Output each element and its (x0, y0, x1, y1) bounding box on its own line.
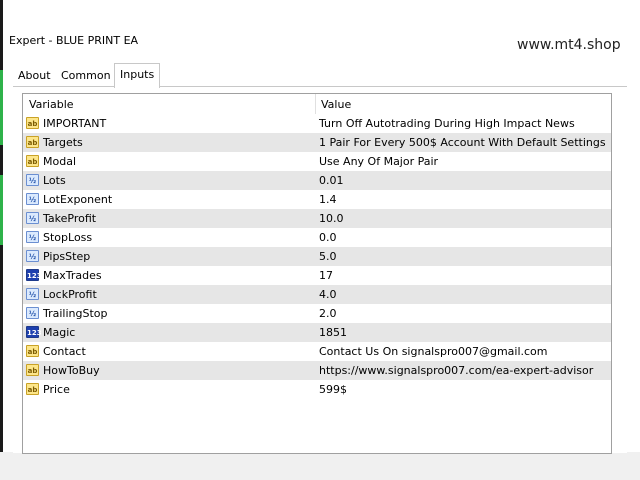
variable-name: Price (43, 383, 70, 396)
table-row[interactable]: ab IMPORTANT Turn Off Autotrading During H… (23, 114, 611, 133)
variable-value[interactable]: 0.0 (319, 228, 337, 247)
variable-name: LockProfit (43, 288, 97, 301)
table-row[interactable]: ab Price 599$ (23, 380, 611, 399)
variable-name: Magic (43, 326, 76, 339)
column-separator[interactable] (315, 94, 316, 114)
variable-name: Contact (43, 345, 86, 358)
variable-name: Lots (43, 174, 66, 187)
variable-value[interactable]: Turn Off Autotrading During High Impact … (319, 114, 575, 133)
table-row[interactable]: ab Modal Use Any Of Major Pair (23, 152, 611, 171)
variable-name: TrailingStop (43, 307, 108, 320)
variable-name: HowToBuy (43, 364, 100, 377)
variable-name: MaxTrades (43, 269, 102, 282)
list-header: Variable Value (23, 94, 611, 114)
variable-name: LotExponent (43, 193, 113, 206)
tab-common[interactable]: Common (56, 66, 116, 86)
variable-name: StopLoss (43, 231, 93, 244)
variable-name: PipsStep (43, 250, 91, 263)
table-row[interactable]: ab Targets 1 Pair For Every 500$ Account W… (23, 133, 611, 152)
string-icon: ab (26, 117, 39, 129)
variable-value[interactable]: Contact Us On signalspro007@gmail.com (319, 342, 548, 361)
window-title: Expert - BLUE PRINT EA (9, 34, 139, 47)
table-row[interactable]: 123 MaxTrades 17 (23, 266, 611, 285)
variable-value[interactable]: 1851 (319, 323, 347, 342)
variable-value[interactable]: Use Any Of Major Pair (319, 152, 438, 171)
table-row[interactable]: ½ StopLoss 0.0 (23, 228, 611, 247)
string-icon: ab (26, 364, 39, 376)
variable-value[interactable]: https://www.signalspro007.com/ea-expert-… (319, 361, 593, 380)
string-icon: ab (26, 136, 39, 148)
double-icon: ½ (26, 288, 39, 300)
watermark-text: www.mt4.shop (517, 37, 621, 53)
table-row[interactable]: ½ TakeProfit 10.0 (23, 209, 611, 228)
integer-icon: 123 (26, 269, 42, 281)
integer-icon: 123 (26, 326, 42, 338)
string-icon: ab (26, 383, 39, 395)
tab-inputs[interactable]: Inputs (114, 63, 161, 88)
variable-value[interactable]: 10.0 (319, 209, 344, 228)
inputs-list[interactable]: Variable Value ab IMPORTANT Turn Off Autot… (22, 93, 612, 454)
variable-value[interactable]: 0.01 (319, 171, 344, 190)
list-body: ab IMPORTANT Turn Off Autotrading During H… (23, 114, 611, 399)
column-header-variable[interactable]: Variable (29, 94, 74, 114)
dialog-footer-area (0, 452, 640, 480)
variable-name: IMPORTANT (43, 117, 107, 130)
table-row[interactable]: 123 Magic 1851 (23, 323, 611, 342)
tab-about[interactable]: About (13, 66, 56, 86)
double-icon: ½ (26, 193, 39, 205)
table-row[interactable]: ½ LockProfit 4.0 (23, 285, 611, 304)
variable-name: Modal (43, 155, 76, 168)
double-icon: ½ (26, 174, 39, 186)
variable-name: Targets (43, 136, 83, 149)
variable-value[interactable]: 1 Pair For Every 500$ Account With Defau… (319, 133, 606, 152)
table-row[interactable]: ½ PipsStep 5.0 (23, 247, 611, 266)
double-icon: ½ (26, 250, 39, 262)
table-row[interactable]: ab Contact Contact Us On signalspro007@gma… (23, 342, 611, 361)
table-row[interactable]: ½ LotExponent 1.4 (23, 190, 611, 209)
string-icon: ab (26, 155, 39, 167)
variable-value[interactable]: 4.0 (319, 285, 337, 304)
variable-value[interactable]: 2.0 (319, 304, 337, 323)
string-icon: ab (26, 345, 39, 357)
variable-value[interactable]: 17 (319, 266, 333, 285)
variable-value[interactable]: 5.0 (319, 247, 337, 266)
table-row[interactable]: ab HowToBuy https://www.signalspro007.com/… (23, 361, 611, 380)
double-icon: ½ (26, 307, 39, 319)
variable-name: TakeProfit (43, 212, 97, 225)
double-icon: ½ (26, 231, 39, 243)
table-row[interactable]: ½ TrailingStop 2.0 (23, 304, 611, 323)
column-header-value[interactable]: Value (321, 94, 351, 114)
double-icon: ½ (26, 212, 39, 224)
variable-value[interactable]: 1.4 (319, 190, 337, 209)
variable-value[interactable]: 599$ (319, 380, 347, 399)
table-row[interactable]: ½ Lots 0.01 (23, 171, 611, 190)
